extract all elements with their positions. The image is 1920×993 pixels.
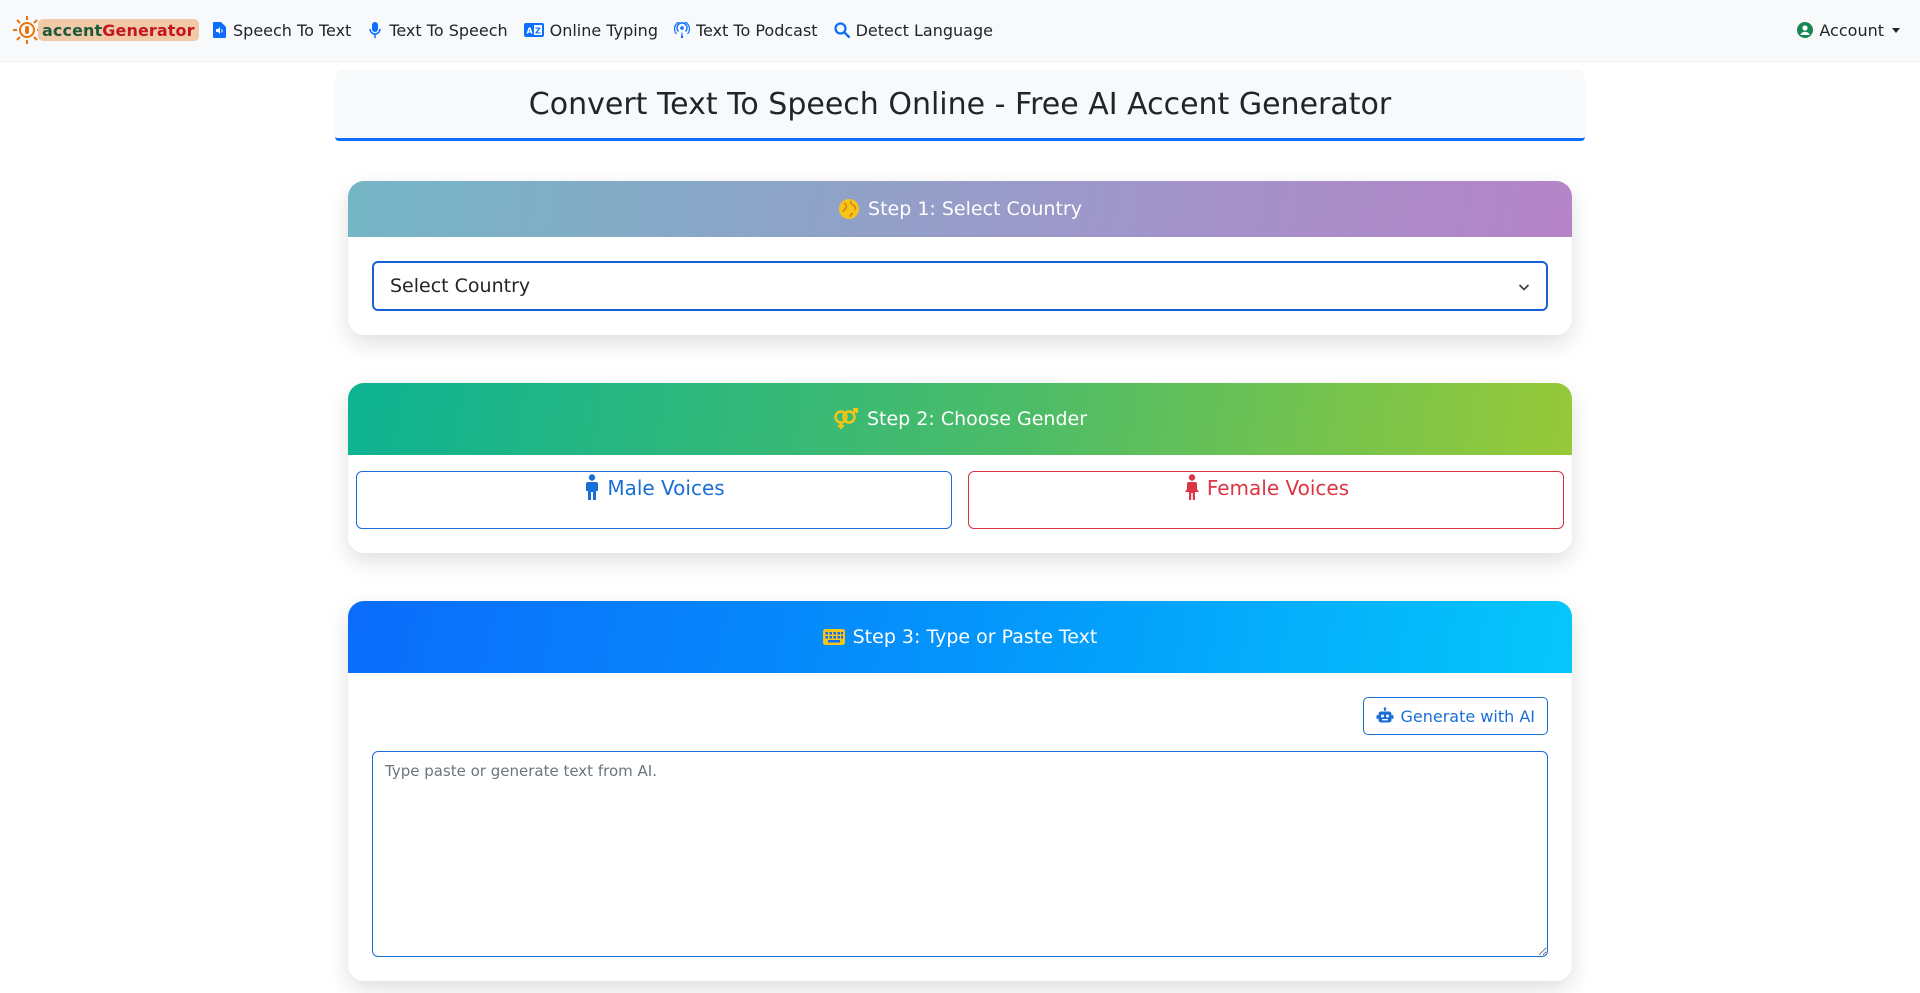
nav-text-to-podcast[interactable]: Text To Podcast [673, 20, 818, 40]
text-input-area[interactable] [372, 751, 1548, 957]
nav-detect-language-label: Detect Language [855, 20, 993, 40]
male-voices-button[interactable]: Male Voices [356, 471, 952, 529]
svg-text:A: A [526, 27, 533, 36]
nav-text-to-speech[interactable]: Text To Speech [367, 20, 508, 40]
generate-with-ai-button[interactable]: Generate with AI [1363, 697, 1548, 735]
keyboard-icon [822, 626, 845, 648]
navbar: accent Generator Speech To Text Text To S… [0, 0, 1920, 62]
step3-header: Step 3: Type or Paste Text [348, 601, 1572, 673]
podcast-icon [673, 22, 690, 38]
step2-header: Step 2: Choose Gender [348, 383, 1572, 455]
globe-icon [838, 198, 860, 220]
nav-text-to-podcast-label: Text To Podcast [695, 20, 818, 40]
translate-icon: AZ [523, 22, 544, 38]
chevron-down-icon [1518, 284, 1530, 291]
logo-text-generator: Generator [102, 20, 195, 40]
country-select[interactable]: Select Country [372, 261, 1548, 311]
account-label: Account [1819, 20, 1884, 40]
logo-text: accent Generator [38, 19, 199, 41]
user-circle-icon [1797, 22, 1814, 38]
account-menu[interactable]: Account [1797, 0, 1900, 60]
nav-text-to-speech-label: Text To Speech [389, 20, 508, 40]
microphone-icon [367, 22, 383, 38]
generate-with-ai-label: Generate with AI [1400, 706, 1535, 726]
robot-icon [1376, 707, 1394, 725]
gender-icon [833, 408, 859, 430]
nav-speech-to-text[interactable]: Speech To Text [211, 21, 351, 40]
male-person-icon [583, 474, 601, 500]
step2-card: Step 2: Choose Gender Male Voices Female… [348, 383, 1572, 553]
file-audio-icon [211, 22, 227, 38]
search-icon [833, 22, 850, 38]
svg-text:Z: Z [535, 27, 541, 36]
step3-title: Step 3: Type or Paste Text [852, 626, 1098, 648]
nav-menu: Speech To Text Text To Speech AZ Online … [211, 0, 1009, 60]
step2-title: Step 2: Choose Gender [866, 408, 1088, 430]
female-voices-label: Female Voices [1206, 476, 1350, 500]
country-select-value: Select Country [390, 275, 531, 297]
step1-card: Step 1: Select Country Select Country [348, 181, 1572, 335]
nav-detect-language[interactable]: Detect Language [833, 20, 993, 40]
logo-text-accent: accent [42, 20, 103, 40]
male-voices-label: Male Voices [607, 476, 725, 500]
step1-header: Step 1: Select Country [348, 181, 1572, 237]
page-title-banner: Convert Text To Speech Online - Free AI … [335, 70, 1585, 141]
caret-down-icon [1892, 27, 1900, 33]
step3-card: Step 3: Type or Paste Text Generate with… [348, 601, 1572, 981]
female-voices-button[interactable]: Female Voices [968, 471, 1564, 529]
logo[interactable]: accent Generator [12, 13, 199, 47]
step1-title: Step 1: Select Country [868, 198, 1082, 220]
page-title: Convert Text To Speech Online - Free AI … [528, 86, 1392, 122]
nav-online-typing-label: Online Typing [549, 20, 658, 40]
female-person-icon [1183, 474, 1201, 500]
nav-online-typing[interactable]: AZ Online Typing [523, 20, 658, 40]
nav-speech-to-text-label: Speech To Text [233, 20, 352, 40]
